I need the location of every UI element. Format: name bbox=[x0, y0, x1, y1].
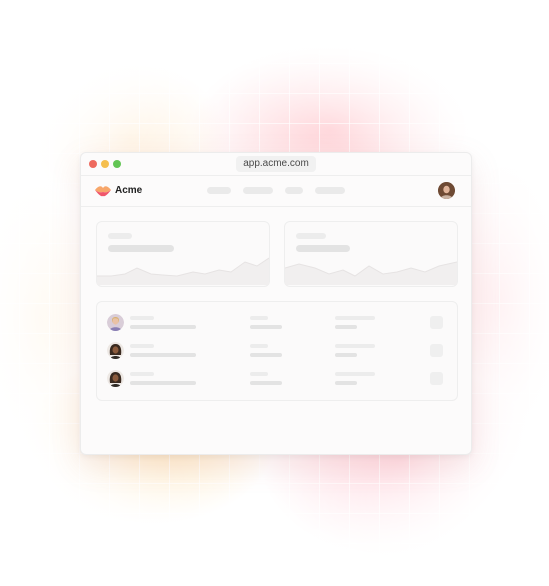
table-row[interactable] bbox=[97, 312, 457, 334]
person-avatar-2 bbox=[107, 342, 124, 359]
nav-item-3[interactable] bbox=[285, 187, 303, 194]
acme-logo-icon[interactable] bbox=[94, 185, 112, 197]
metric-card-2[interactable] bbox=[284, 221, 458, 287]
table-row[interactable] bbox=[97, 340, 457, 362]
card-value-placeholder bbox=[108, 245, 174, 252]
address-bar[interactable]: app.acme.com bbox=[236, 156, 316, 172]
row-action-button[interactable] bbox=[430, 372, 443, 385]
nav-item-1[interactable] bbox=[207, 187, 231, 194]
card-value-placeholder bbox=[296, 245, 350, 252]
row-action-button[interactable] bbox=[430, 344, 443, 357]
table-row[interactable] bbox=[97, 368, 457, 390]
maximize-window-button[interactable] bbox=[113, 160, 121, 168]
browser-window: app.acme.com Acme bbox=[80, 152, 472, 455]
minimize-window-button[interactable] bbox=[101, 160, 109, 168]
nav-item-4[interactable] bbox=[315, 187, 345, 194]
browser-titlebar: app.acme.com bbox=[81, 153, 471, 175]
metric-card-1[interactable] bbox=[96, 221, 270, 287]
brand-name[interactable]: Acme bbox=[115, 185, 142, 197]
card-title-placeholder bbox=[108, 233, 132, 239]
sparkline-chart bbox=[97, 257, 269, 285]
people-table bbox=[96, 301, 458, 401]
card-title-placeholder bbox=[296, 233, 326, 239]
app-header: Acme bbox=[81, 175, 471, 207]
nav-item-2[interactable] bbox=[243, 187, 273, 194]
person-avatar-3 bbox=[107, 370, 124, 387]
close-window-button[interactable] bbox=[89, 160, 97, 168]
user-avatar[interactable] bbox=[438, 182, 455, 199]
sparkline-chart bbox=[285, 261, 457, 285]
row-action-button[interactable] bbox=[430, 316, 443, 329]
person-avatar-1 bbox=[107, 314, 124, 331]
